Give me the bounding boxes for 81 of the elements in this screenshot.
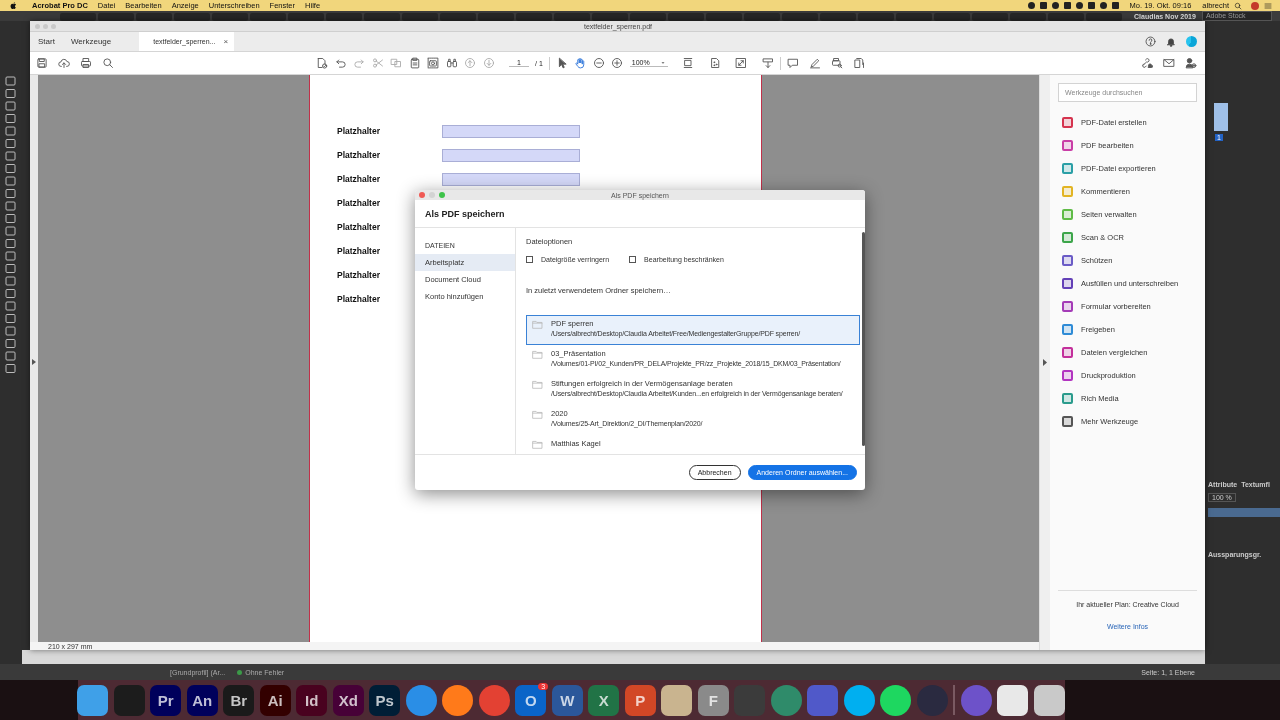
window-controls-drawing[interactable] (35, 23, 56, 29)
text-field[interactable] (442, 148, 580, 162)
arrow-down-icon[interactable] (482, 57, 495, 69)
dock-app-icon[interactable]: Br (223, 684, 255, 716)
field-label: Platzhalter (337, 222, 380, 232)
menu-icon[interactable] (1264, 1, 1272, 10)
field-label: Platzhalter (337, 198, 380, 208)
dock-app-icon[interactable] (880, 684, 912, 716)
nav-tab[interactable]: Werkzeuge (62, 32, 120, 51)
dock-app-icon[interactable]: Ai (259, 684, 291, 716)
collapse-arrow-icon[interactable] (1043, 359, 1048, 366)
mail-icon[interactable] (1163, 57, 1175, 69)
dock-app-icon[interactable]: Id (296, 684, 328, 716)
page-dots-icon[interactable] (708, 57, 721, 69)
folder-icon (532, 439, 543, 450)
link-cloud-icon[interactable] (1141, 57, 1153, 69)
camera-icon[interactable] (427, 57, 439, 69)
page-thumbnail[interactable] (1214, 103, 1228, 131)
status-dot (237, 669, 243, 675)
window-controls-drawing[interactable] (419, 192, 445, 198)
dock-app-icon[interactable] (843, 684, 875, 716)
dock-app-icon[interactable] (1033, 684, 1065, 716)
print-icon[interactable] (80, 57, 92, 69)
dock-app-icon[interactable]: W (551, 684, 583, 716)
dock-app-icon[interactable] (997, 684, 1029, 716)
bell-icon[interactable] (1166, 36, 1176, 47)
field-label: Platzhalter (337, 150, 380, 160)
selection-highlight (1208, 508, 1280, 517)
undo-icon[interactable] (334, 57, 347, 69)
dock-app-icon[interactable]: X (588, 684, 620, 716)
zoom-out-icon[interactable] (592, 57, 605, 69)
zoom-in-icon[interactable] (611, 57, 624, 69)
field-label: Platzhalter (337, 246, 380, 256)
dock-app-icon[interactable]: Ps (369, 684, 401, 716)
scissors-icon[interactable] (371, 57, 384, 69)
arrow-up-icon[interactable] (464, 57, 476, 69)
help-icon[interactable] (1145, 36, 1156, 47)
dock-app-icon[interactable] (442, 684, 474, 716)
dialog-heading: Als PDF speichern (415, 200, 865, 228)
field-label: Platzhalter (337, 174, 380, 184)
save-icon[interactable] (36, 57, 48, 69)
expand-arrow-icon[interactable] (32, 359, 36, 365)
text-field[interactable] (442, 124, 580, 138)
field-label: Platzhalter (337, 294, 380, 304)
scrollbar[interactable] (862, 232, 865, 446)
expand-icon[interactable] (735, 57, 748, 69)
document-settings-icon[interactable] (852, 57, 865, 69)
copy-icon[interactable] (390, 57, 402, 69)
dock-app-icon[interactable]: An (186, 684, 218, 716)
scroll-icon[interactable] (761, 57, 774, 69)
document-check-icon[interactable] (316, 57, 328, 69)
folder-icon (532, 319, 543, 330)
folder-icon (532, 409, 543, 420)
dock-app-icon[interactable]: Pr (150, 684, 182, 716)
caret-icon (659, 59, 666, 66)
cloud-upload-icon[interactable] (58, 57, 70, 69)
apple-icon[interactable] (9, 1, 18, 10)
avatar-icon[interactable] (1251, 1, 1259, 10)
text-field[interactable] (442, 172, 580, 186)
clipboard-icon[interactable] (408, 57, 421, 69)
redo-icon[interactable] (353, 57, 365, 69)
pen-icon[interactable] (808, 57, 821, 69)
person-add-icon[interactable] (1185, 57, 1197, 69)
folder-icon (532, 379, 543, 390)
nav-tab[interactable]: Start (30, 32, 63, 51)
printer-search-icon[interactable] (830, 57, 843, 69)
comment-icon[interactable] (786, 57, 799, 69)
checkbox[interactable] (526, 256, 533, 263)
dock-app-icon[interactable] (661, 684, 693, 716)
hand-icon[interactable] (574, 57, 587, 69)
account-avatar-icon[interactable] (1186, 36, 1197, 47)
checkbox[interactable] (629, 256, 637, 263)
binoculars-icon[interactable] (445, 57, 458, 69)
dock-app-icon[interactable]: Xd (332, 684, 364, 716)
fit-page-icon[interactable] (682, 57, 695, 69)
folder-icon (532, 349, 543, 360)
search-icon[interactable] (1234, 1, 1242, 10)
dock-app-icon[interactable] (77, 684, 109, 716)
field-label: Platzhalter (337, 126, 380, 136)
search-icon[interactable] (102, 57, 114, 69)
field-label: Platzhalter (337, 270, 380, 280)
